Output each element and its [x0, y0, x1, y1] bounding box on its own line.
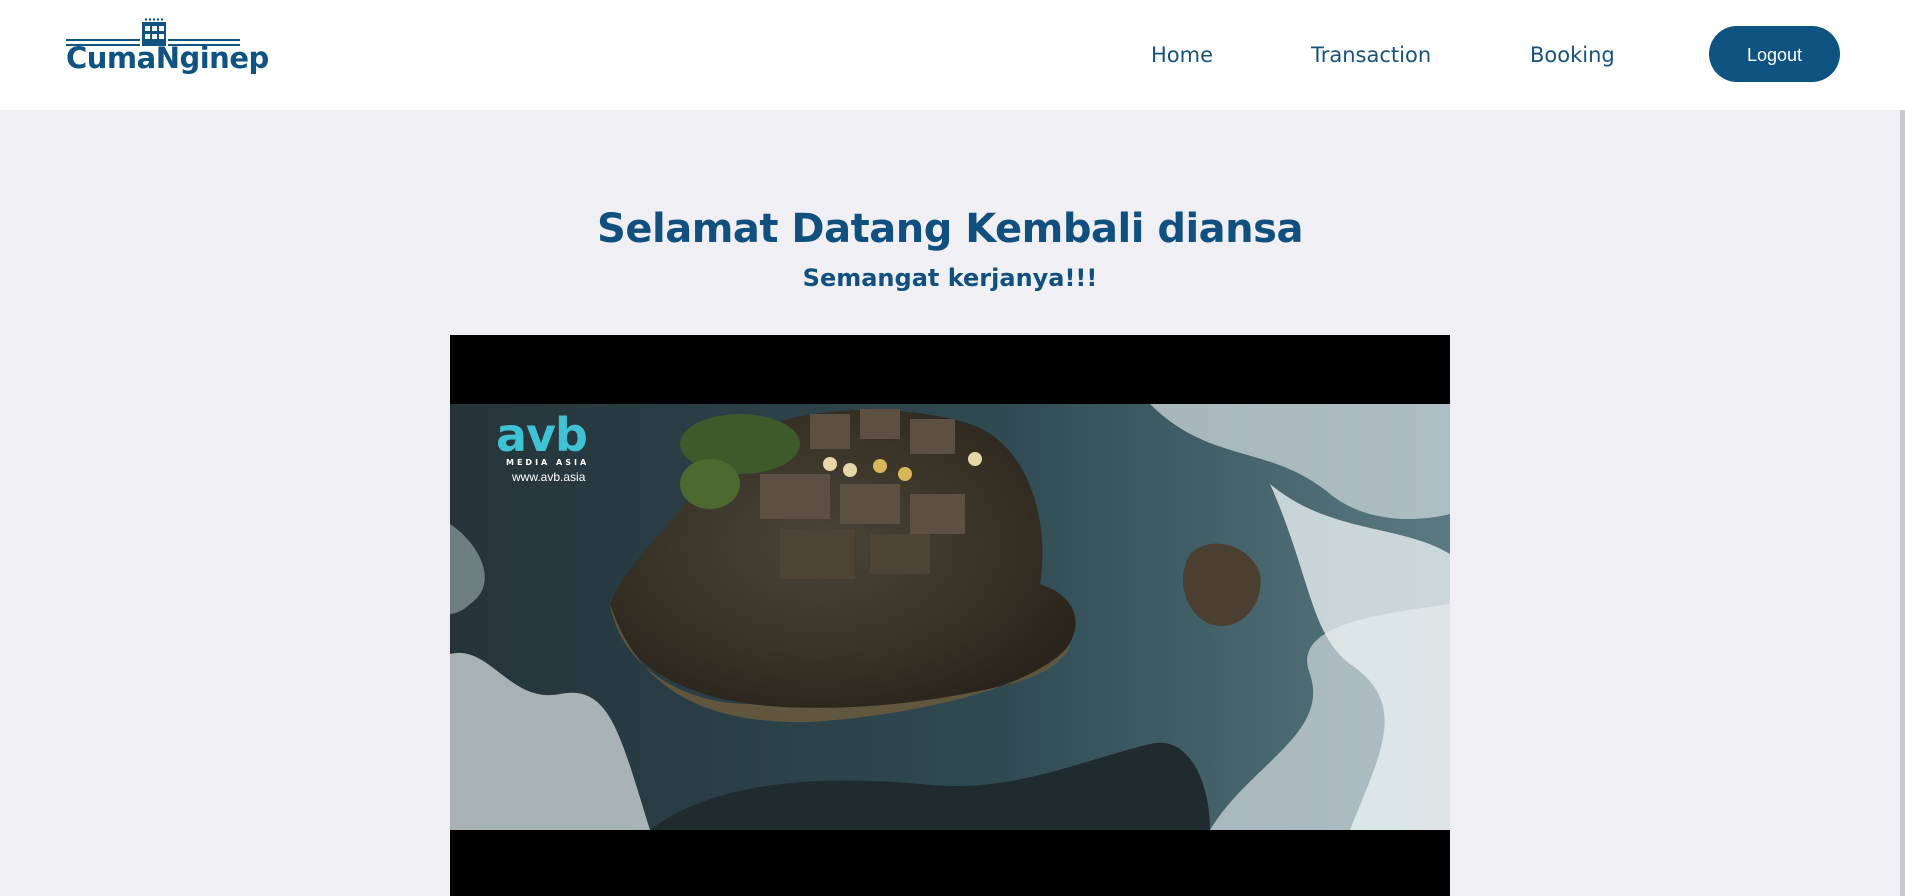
logo-text: CumaNginep — [66, 41, 269, 75]
avb-watermark: avb MEDIA ASIA www.avb.asia — [496, 412, 616, 492]
page-scrollbar[interactable] — [1900, 110, 1905, 896]
watermark-url: www.avb.asia — [512, 470, 586, 484]
nav-booking-link[interactable]: Booking — [1530, 40, 1615, 70]
welcome-subtitle: Semangat kerjanya!!! — [802, 264, 1098, 292]
nav-transaction-link[interactable]: Transaction — [1311, 40, 1431, 70]
watermark-tagline: MEDIA ASIA — [506, 458, 590, 467]
welcome-title: Selamat Datang Kembali diansa — [597, 206, 1303, 252]
nav-home-link[interactable]: Home — [1151, 40, 1213, 70]
video-player[interactable]: avb MEDIA ASIA www.avb.asia — [450, 335, 1450, 896]
logout-button[interactable]: Logout — [1709, 26, 1840, 82]
cumanginep-logo[interactable]: CumaNginep — [66, 18, 269, 86]
top-navigation-bar: CumaNginep Home Transaction Booking Logo… — [0, 0, 1905, 110]
watermark-brand: avb — [496, 408, 588, 462]
video-frame[interactable]: avb MEDIA ASIA www.avb.asia — [450, 404, 1450, 830]
